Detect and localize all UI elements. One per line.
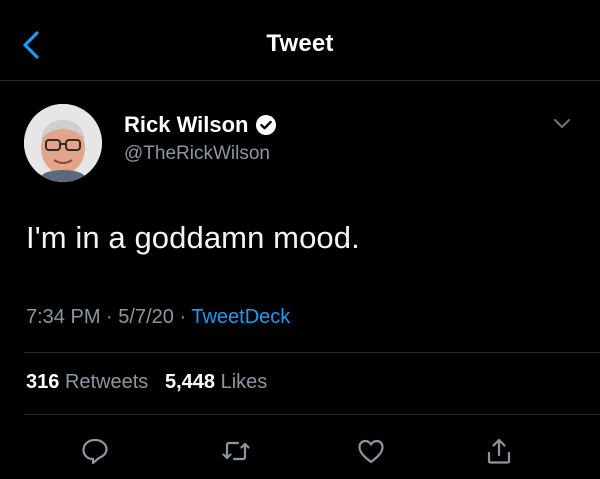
page-title: Tweet bbox=[266, 30, 334, 57]
retweets-label: Retweets bbox=[64, 371, 149, 393]
profile-photo bbox=[24, 104, 102, 182]
meta-separator: · bbox=[179, 306, 187, 328]
tweet-source-link[interactable]: TweetDeck bbox=[191, 306, 290, 328]
likes-count: 5,448 bbox=[164, 371, 216, 393]
tweet-stats: 316 Retweets 5,448 Likes bbox=[26, 371, 267, 394]
share-icon bbox=[487, 438, 511, 464]
avatar[interactable] bbox=[24, 104, 102, 182]
tweet-time: 7:34 PM bbox=[26, 306, 101, 328]
retweets-stat[interactable]: 316 Retweets bbox=[26, 371, 148, 393]
author-row: Rick Wilson bbox=[124, 112, 277, 138]
retweets-count: 316 bbox=[26, 371, 60, 393]
tweet-text: I'm in a goddamn mood. bbox=[26, 220, 360, 255]
like-icon bbox=[358, 439, 384, 464]
retweet-icon bbox=[222, 441, 250, 461]
divider bbox=[24, 414, 600, 415]
reply-icon bbox=[82, 438, 108, 465]
more-options-button[interactable] bbox=[553, 116, 571, 130]
top-bar: Tweet bbox=[0, 0, 600, 81]
chevron-down-icon bbox=[554, 119, 570, 128]
verified-badge-icon bbox=[255, 115, 276, 135]
tweet-date: 5/7/20 bbox=[118, 306, 174, 328]
like-button[interactable] bbox=[356, 436, 386, 466]
likes-stat[interactable]: 5,448 Likes bbox=[165, 371, 267, 393]
author-name[interactable]: Rick Wilson bbox=[124, 112, 249, 138]
reply-button[interactable] bbox=[80, 436, 110, 466]
share-button[interactable] bbox=[484, 436, 514, 466]
divider bbox=[24, 352, 600, 353]
meta-separator: · bbox=[106, 306, 113, 328]
tweet-meta: 7:34 PM · 5/7/20 · TweetDeck bbox=[26, 306, 290, 329]
author-handle[interactable]: @TheRickWilson bbox=[124, 143, 270, 165]
retweet-button[interactable] bbox=[221, 436, 251, 466]
likes-label: Likes bbox=[220, 371, 268, 393]
